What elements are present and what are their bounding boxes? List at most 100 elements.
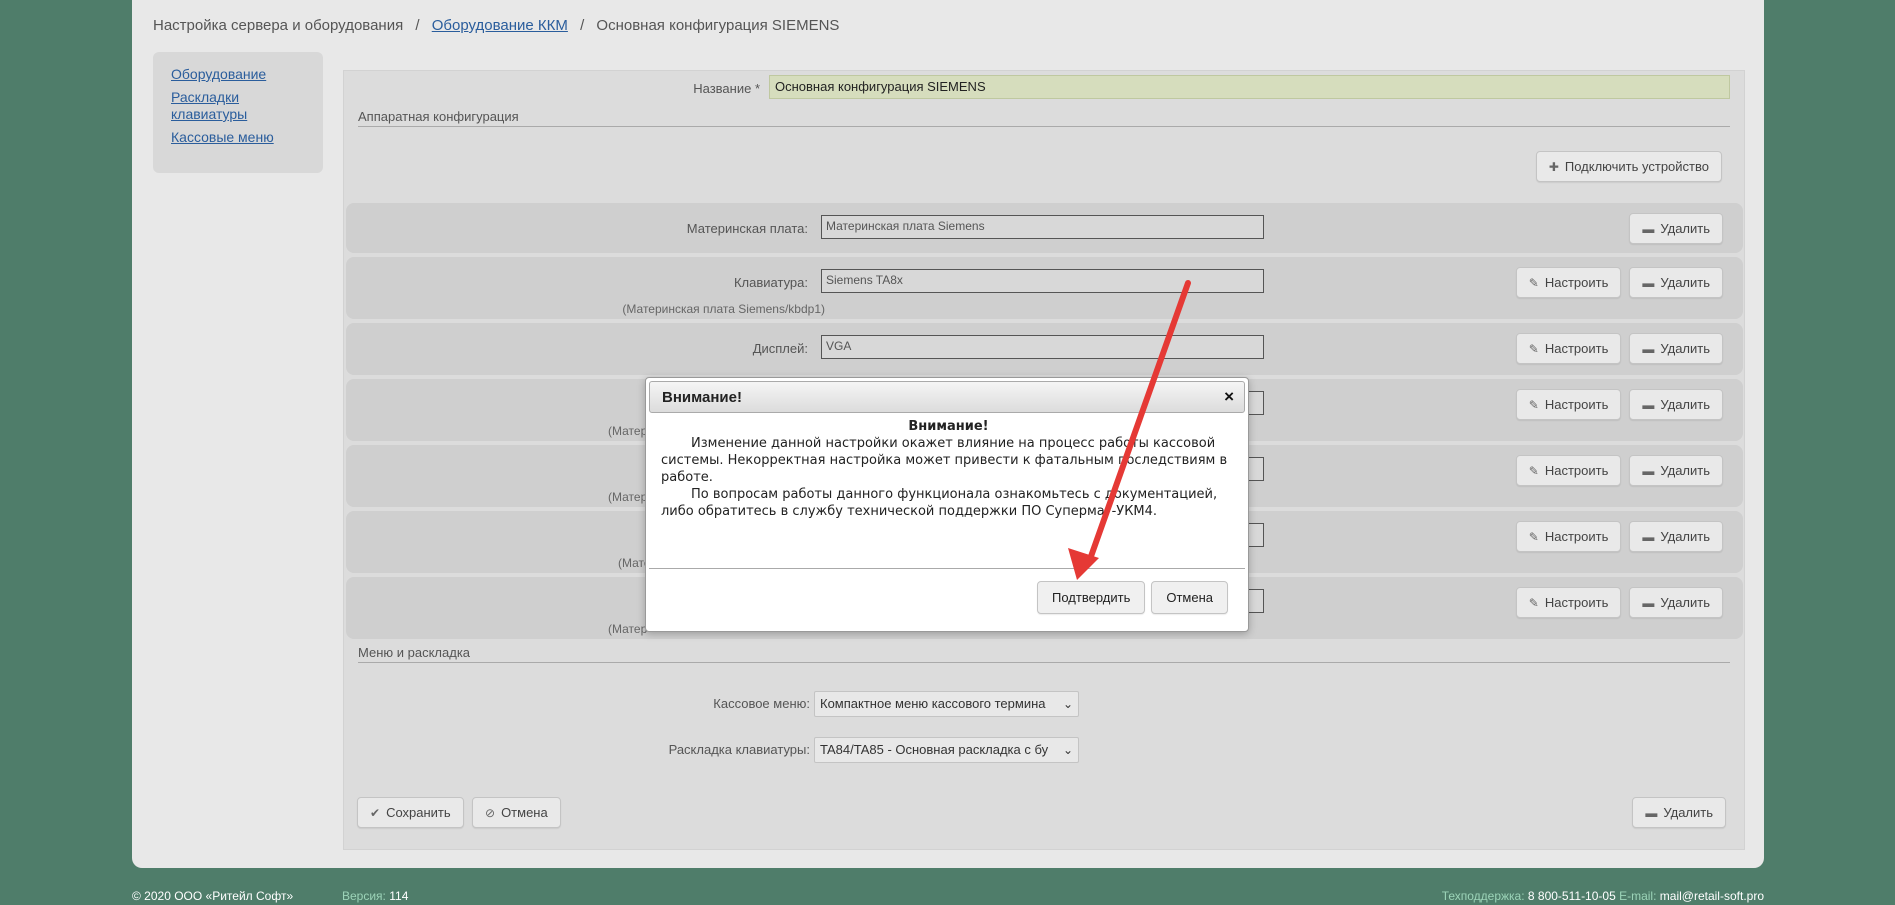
version-value: 114 xyxy=(389,889,409,903)
delete-device-button[interactable]: ▬ Удалить xyxy=(1629,587,1723,618)
cash-menu-select[interactable]: Компактное меню кассового термина ⌄ xyxy=(814,691,1079,717)
name-label: Название * xyxy=(693,81,760,96)
support-phone: 8 800-511-10-05 xyxy=(1527,889,1616,903)
pencil-icon: ✎ xyxy=(1528,275,1539,290)
copyright: © 2020 ООО «Ритейл Софт» xyxy=(132,889,294,903)
delete-label: Удалить xyxy=(1660,463,1710,478)
configure-device-button[interactable]: ✎ Настроить xyxy=(1515,587,1622,618)
name-input[interactable]: Основная конфигурация SIEMENS xyxy=(769,75,1730,99)
connect-device-button[interactable]: ✚ Подключить устройство xyxy=(1535,151,1722,182)
dialog-paragraph: По вопросам работы данного функционала о… xyxy=(661,487,1218,519)
minus-icon: ▬ xyxy=(1642,397,1655,412)
keyboard-layout-value: TA84/TA85 - Основная раскладка с бу xyxy=(820,742,1049,757)
save-label: Сохранить xyxy=(386,805,451,820)
configure-device-button[interactable]: ✎ Настроить xyxy=(1515,455,1622,486)
delete-device-button[interactable]: ▬ Удалить xyxy=(1629,213,1723,244)
cash-menu-value: Компактное меню кассового термина xyxy=(820,696,1046,711)
email-label: E-mail: xyxy=(1619,889,1657,903)
keyboard-layout-row: Раскладка клавиатуры: TA84/TA85 - Основн… xyxy=(344,737,1744,763)
pencil-icon: ✎ xyxy=(1528,463,1539,478)
dialog-title: Внимание! xyxy=(662,389,742,406)
device-sub: (Матер xyxy=(608,490,648,504)
sidebar-item-keyboard-layouts[interactable]: Раскладки клавиатуры xyxy=(171,89,261,123)
device-row-keyboard: Клавиатура: Siemens TA8x (Материнская пл… xyxy=(346,257,1743,319)
keyboard-layout-label: Раскладка клавиатуры: xyxy=(668,742,810,757)
minus-icon: ▬ xyxy=(1642,463,1655,478)
chevron-down-icon: ⌄ xyxy=(1062,743,1073,757)
menu-section-title: Меню и раскладка xyxy=(358,645,1730,663)
delete-device-button[interactable]: ▬ Удалить xyxy=(1629,521,1723,552)
save-button[interactable]: ✔ Сохранить xyxy=(357,797,464,828)
minus-icon: ▬ xyxy=(1642,221,1655,236)
configure-label: Настроить xyxy=(1544,341,1609,356)
device-input[interactable]: Материнская плата Siemens xyxy=(821,215,1264,239)
version-label: Версия: xyxy=(342,889,386,903)
delete-label: Удалить xyxy=(1660,397,1710,412)
dialog-divider xyxy=(649,568,1245,569)
device-input[interactable]: Siemens TA8x xyxy=(821,269,1264,293)
sidebar-item-equipment[interactable]: Оборудование xyxy=(171,66,305,83)
device-label: Материнская плата: xyxy=(686,221,808,236)
breadcrumb-current: Основная конфигурация SIEMENS xyxy=(596,17,840,34)
configure-device-button[interactable]: ✎ Настроить xyxy=(1515,389,1622,420)
configure-device-button[interactable]: ✎ Настроить xyxy=(1515,521,1622,552)
device-sub: (Матер xyxy=(608,622,648,636)
delete-device-button[interactable]: ▬ Удалить xyxy=(1629,333,1723,364)
pencil-icon: ✎ xyxy=(1528,529,1539,544)
email-value[interactable]: mail@retail-soft.pro xyxy=(1660,889,1764,903)
sidebar-item-cash-menus[interactable]: Кассовые меню xyxy=(171,129,305,146)
dialog-header: Внимание! × xyxy=(649,381,1245,413)
keyboard-layout-select[interactable]: TA84/TA85 - Основная раскладка с бу ⌄ xyxy=(814,737,1079,763)
delete-device-button[interactable]: ▬ Удалить xyxy=(1629,455,1723,486)
configure-device-button[interactable]: ✎ Настроить xyxy=(1515,333,1622,364)
minus-icon: ▬ xyxy=(1645,805,1658,820)
pencil-icon: ✎ xyxy=(1528,341,1539,356)
delete-label: Удалить xyxy=(1660,275,1710,290)
check-icon: ✔ xyxy=(370,805,381,820)
breadcrumb-root: Настройка сервера и оборудования xyxy=(153,17,404,34)
minus-icon: ▬ xyxy=(1642,275,1655,290)
breadcrumb-separator: / xyxy=(580,17,585,34)
delete-label: Удалить xyxy=(1660,221,1710,236)
delete-label: Удалить xyxy=(1663,805,1713,820)
breadcrumb-link-kkm-equipment[interactable]: Оборудование ККМ xyxy=(432,17,568,34)
device-sub: (Материнская плата Siemens/kbdp1) xyxy=(622,302,825,316)
configure-device-button[interactable]: ✎ Настроить xyxy=(1515,267,1622,298)
warning-dialog: Внимание! × Внимание! Изменение данной н… xyxy=(645,377,1249,632)
hw-section-title: Аппаратная конфигурация xyxy=(358,109,1730,127)
device-row-display: Дисплей: VGA ✎ Настроить ▬ Удалить xyxy=(346,323,1743,375)
minus-icon: ▬ xyxy=(1642,595,1655,610)
cancel-button[interactable]: ⊘ Отмена xyxy=(472,797,561,828)
configure-label: Настроить xyxy=(1544,529,1609,544)
connect-device-label: Подключить устройство xyxy=(1564,159,1709,174)
confirm-button[interactable]: Подтвердить xyxy=(1037,581,1146,614)
dialog-body: Внимание! Изменение данной настройки ока… xyxy=(661,418,1236,520)
device-row-motherboard: Материнская плата: Материнская плата Sie… xyxy=(346,203,1743,253)
dialog-paragraph: Изменение данной настройки окажет влияни… xyxy=(661,436,1228,485)
configure-label: Настроить xyxy=(1544,595,1609,610)
configure-label: Настроить xyxy=(1544,397,1609,412)
minus-icon: ▬ xyxy=(1642,529,1655,544)
delete-label: Удалить xyxy=(1660,595,1710,610)
device-sub: (Матер xyxy=(608,424,648,438)
device-input[interactable]: VGA xyxy=(821,335,1264,359)
name-row: Название * Основная конфигурация SIEMENS xyxy=(344,75,1744,101)
cancel-label: Отмена xyxy=(501,805,548,820)
delete-label: Удалить xyxy=(1660,341,1710,356)
form-actions: ✔ Сохранить ⊘ Отмена ▬ Удалить xyxy=(344,777,1744,850)
breadcrumb-separator: / xyxy=(415,17,420,34)
pencil-icon: ✎ xyxy=(1528,595,1539,610)
dialog-cancel-button[interactable]: Отмена xyxy=(1151,581,1228,614)
sidebar: Оборудование Раскладки клавиатуры Кассов… xyxy=(153,52,323,173)
delete-config-button[interactable]: ▬ Удалить xyxy=(1632,797,1726,828)
delete-device-button[interactable]: ▬ Удалить xyxy=(1629,267,1723,298)
configure-label: Настроить xyxy=(1544,275,1609,290)
minus-icon: ▬ xyxy=(1642,341,1655,356)
support-info: Техподдержка: 8 800-511-10-05 E-mail: ma… xyxy=(1442,889,1764,903)
breadcrumb: Настройка сервера и оборудования / Обору… xyxy=(153,17,839,34)
support-label: Техподдержка: xyxy=(1441,889,1525,903)
close-icon[interactable]: × xyxy=(1224,387,1234,407)
pencil-icon: ✎ xyxy=(1528,397,1539,412)
cancel-icon: ⊘ xyxy=(485,805,496,820)
delete-device-button[interactable]: ▬ Удалить xyxy=(1629,389,1723,420)
